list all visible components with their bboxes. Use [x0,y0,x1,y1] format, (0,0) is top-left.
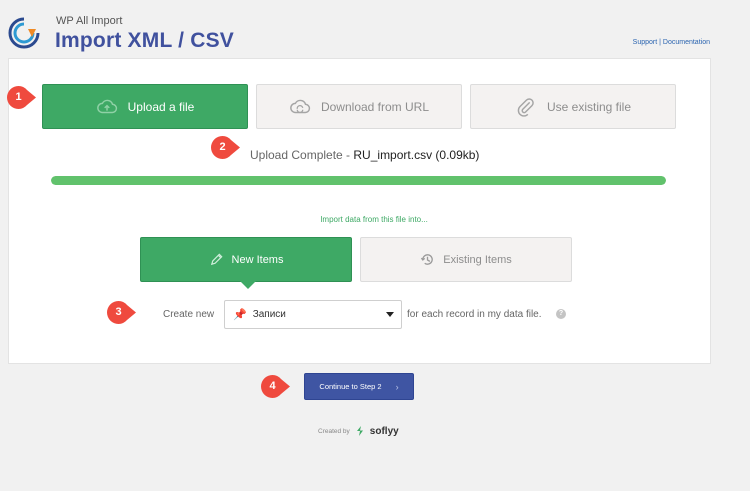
continue-to-step-2-button[interactable]: Continue to Step 2 › [304,373,414,400]
existing-items-button[interactable]: Existing Items [360,237,572,282]
created-by-footer: Created by soflyy [318,425,399,437]
annotation-marker-4: 4 [261,375,290,398]
import-into-heading: Import data from this file into... [0,215,750,224]
uploaded-file-name: RU_import.csv (0.09kb) [353,148,480,162]
existing-items-label: Existing Items [443,253,512,266]
cloud-sync-icon [290,99,311,113]
chevron-right-icon: › [395,381,399,392]
help-icon[interactable]: ? [556,309,566,319]
tab-upload-file-label: Upload a file [127,99,195,114]
upload-progress-bar [51,176,666,185]
created-by-label: Created by [318,427,350,435]
import-into-heading-text: Import data from this file into... [320,215,428,224]
annotation-marker-1: 1 [7,86,36,109]
continue-button-label: Continue to Step 2 [319,382,382,391]
documentation-link[interactable]: Documentation [663,39,710,46]
history-icon [421,254,434,265]
tab-existing-file[interactable]: Use existing file [470,84,676,129]
pencil-icon [210,253,223,266]
header-links: Support | Documentation [633,39,710,46]
for-each-record-text: for each record in my data file. [407,309,542,320]
tab-upload-file[interactable]: Upload a file [42,84,248,129]
post-type-select-value: Записи [252,309,286,320]
post-type-select[interactable]: 📌 Записи [224,300,402,329]
upload-status-separator: - [342,148,354,162]
annotation-number: 3 [115,306,122,318]
new-items-label: New Items [231,253,284,266]
annotation-number: 4 [269,380,276,392]
support-link[interactable]: Support [633,39,658,46]
annotation-marker-3: 3 [107,301,136,324]
cloud-upload-icon [96,99,117,113]
caret-down-icon [386,312,394,317]
annotation-number: 2 [219,141,226,153]
upload-progress-fill [51,176,666,185]
brand-name: WP All Import [56,15,123,27]
soflyy-logo-icon [356,426,363,436]
wp-all-import-logo-icon [8,17,40,49]
pushpin-icon: 📌 [233,309,247,321]
upload-status-label: Upload Complete [250,148,343,162]
paperclip-icon [517,97,534,117]
tab-download-url[interactable]: Download from URL [256,84,462,129]
tab-existing-file-label: Use existing file [546,99,632,114]
new-items-button[interactable]: New Items [140,237,352,289]
upload-status: Upload Complete - RU_import.csv (0.09kb) [250,148,479,162]
tab-download-url-label: Download from URL [320,99,430,114]
soflyy-name: soflyy [369,425,399,437]
annotation-number: 1 [15,91,22,103]
annotation-marker-2: 2 [211,136,240,159]
page-title: Import XML / CSV [55,29,234,52]
page-header: WP All Import Import XML / CSV Support |… [6,10,746,56]
create-new-label: Create new [163,309,215,320]
